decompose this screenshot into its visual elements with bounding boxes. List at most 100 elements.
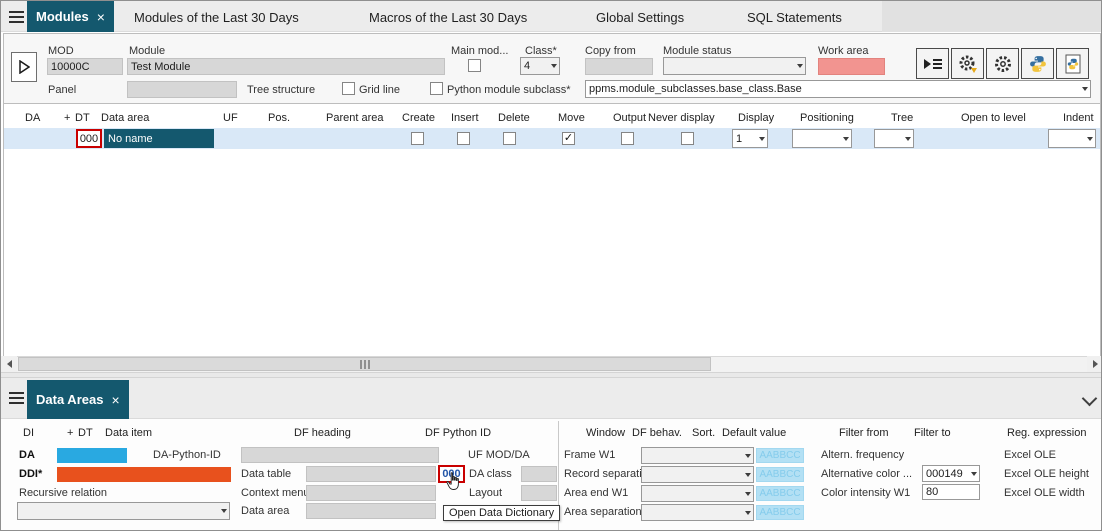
tab-data-areas-label: Data Areas <box>36 392 103 407</box>
class-select-value: 4 <box>524 60 549 72</box>
positioning-select[interactable] <box>792 129 852 148</box>
col-df-behav: DF behav. <box>632 427 682 439</box>
python-file-icon <box>1063 54 1083 74</box>
add-row-button[interactable]: + <box>64 112 70 124</box>
recursive-relation-select[interactable] <box>17 502 230 520</box>
col-df-python-id: DF Python ID <box>425 427 491 439</box>
col-data-area: Data area <box>101 112 149 124</box>
indent-select[interactable] <box>1048 129 1096 148</box>
chevron-down-icon <box>759 137 765 141</box>
add-item-button[interactable]: + <box>67 427 73 439</box>
python-module-file-button[interactable] <box>1056 48 1089 79</box>
panel-field[interactable] <box>127 81 237 98</box>
class-select[interactable]: 4 <box>520 57 560 75</box>
play-icon <box>18 60 30 74</box>
tab-macros-last-30-days[interactable]: Macros of the Last 30 Days <box>369 10 527 25</box>
hamburger-menu-icon[interactable] <box>9 11 24 13</box>
ddi-row-label: DDI* <box>19 468 42 480</box>
arrow-left-icon <box>7 360 12 368</box>
data-table-field[interactable] <box>306 466 436 482</box>
gear-icon <box>993 54 1013 74</box>
col-tree: Tree <box>891 112 913 124</box>
color-intensity-field[interactable]: 80 <box>922 484 980 500</box>
grid-line-checkbox[interactable] <box>342 82 355 95</box>
area-end-w1-select[interactable] <box>641 485 754 502</box>
data-areas-menu-icon[interactable] <box>9 392 24 394</box>
main-module-checkbox[interactable] <box>468 59 481 72</box>
run-list-button[interactable] <box>916 48 949 79</box>
chevron-down-icon <box>1082 87 1088 91</box>
chevron-down-icon <box>745 454 751 458</box>
tooltip: Open Data Dictionary <box>443 505 560 521</box>
panel-label: Panel <box>48 84 76 96</box>
frame-w1-select[interactable] <box>641 447 754 464</box>
da-python-id-field[interactable] <box>241 447 439 463</box>
record-separation-w1-select[interactable] <box>641 466 754 483</box>
alternative-color-select[interactable]: 000149 <box>922 465 980 482</box>
delete-checkbox[interactable] <box>503 132 516 145</box>
col-dt: DT <box>75 112 90 124</box>
da-field[interactable] <box>57 448 127 463</box>
macro-settings-button[interactable] <box>951 48 984 79</box>
area-separation-w1-color-chip[interactable]: AABBCC <box>756 505 804 520</box>
row-dt-field[interactable]: 000 <box>76 129 102 148</box>
copy-from-field[interactable] <box>585 58 653 75</box>
tab-sql-statements[interactable]: SQL Statements <box>747 10 842 25</box>
tab-modules-close-icon[interactable]: × <box>97 10 105 24</box>
never-display-checkbox[interactable] <box>681 132 694 145</box>
da-class-field[interactable] <box>521 466 557 482</box>
insert-checkbox[interactable] <box>457 132 470 145</box>
alternative-color-value: 000149 <box>926 468 969 480</box>
col-create: Create <box>402 112 435 124</box>
output-checkbox[interactable] <box>621 132 634 145</box>
color-intensity-label: Color intensity W1 <box>821 487 910 499</box>
scrollbar-thumb[interactable] <box>18 357 711 371</box>
col-delete: Delete <box>498 112 530 124</box>
data-area-field[interactable] <box>306 503 436 519</box>
settings-button[interactable] <box>986 48 1019 79</box>
work-area-field[interactable] <box>818 58 885 75</box>
tab-modules[interactable]: Modules × <box>27 1 114 32</box>
excel-ole-height-label: Excel OLE height <box>1004 468 1089 480</box>
run-module-button[interactable] <box>11 52 37 82</box>
context-menu-field[interactable] <box>306 485 436 501</box>
grip-icon <box>364 360 366 369</box>
module-status-select[interactable] <box>663 57 806 75</box>
cursor-pointer-icon <box>446 472 461 492</box>
python-button[interactable] <box>1021 48 1054 79</box>
bottom-tab-bar <box>1 378 1102 419</box>
tab-modules-last-30-days[interactable]: Modules of the Last 30 Days <box>134 10 299 25</box>
row-data-area-field[interactable]: No name <box>104 129 214 148</box>
area-end-w1-color-chip[interactable]: AABBCC <box>756 486 804 501</box>
scroll-right-button[interactable] <box>1087 356 1102 372</box>
python-subclass-select[interactable]: ppms.module_subclasses.base_class.Base <box>585 80 1091 98</box>
frame-w1-label: Frame W1 <box>564 449 615 461</box>
tab-data-areas-close-icon[interactable]: × <box>111 393 119 407</box>
main-module-label: Main mod... <box>451 45 508 57</box>
move-checkbox-checked[interactable]: ✓ <box>562 132 575 145</box>
grid-line-label: Grid line <box>359 84 400 96</box>
area-separation-w1-select[interactable] <box>641 504 754 521</box>
mod-field[interactable]: 10000C <box>47 58 123 75</box>
grip-icon <box>360 360 362 369</box>
module-name-field[interactable]: Test Module <box>127 58 445 75</box>
col-di: DI <box>23 427 34 439</box>
chevron-down-icon <box>971 472 977 476</box>
tree-select[interactable] <box>874 129 914 148</box>
chevron-down-icon <box>221 509 227 513</box>
record-separation-w1-color-chip[interactable]: AABBCC <box>756 467 804 482</box>
python-subclass-checkbox[interactable] <box>430 82 443 95</box>
ddi-field[interactable] <box>57 467 231 482</box>
col-display: Display <box>738 112 774 124</box>
tab-data-areas[interactable]: Data Areas × <box>27 380 129 419</box>
data-table-label: Data table <box>241 468 291 480</box>
tab-global-settings[interactable]: Global Settings <box>596 10 684 25</box>
scroll-left-button[interactable] <box>1 356 17 372</box>
frame-w1-color-chip[interactable]: AABBCC <box>756 448 804 463</box>
display-select[interactable]: 1 <box>732 129 768 148</box>
python-subclass-value: ppms.module_subclasses.base_class.Base <box>589 83 1080 95</box>
col-sort: Sort. <box>692 427 715 439</box>
layout-field[interactable] <box>521 485 557 501</box>
create-checkbox[interactable] <box>411 132 424 145</box>
col-output: Output <box>613 112 646 124</box>
